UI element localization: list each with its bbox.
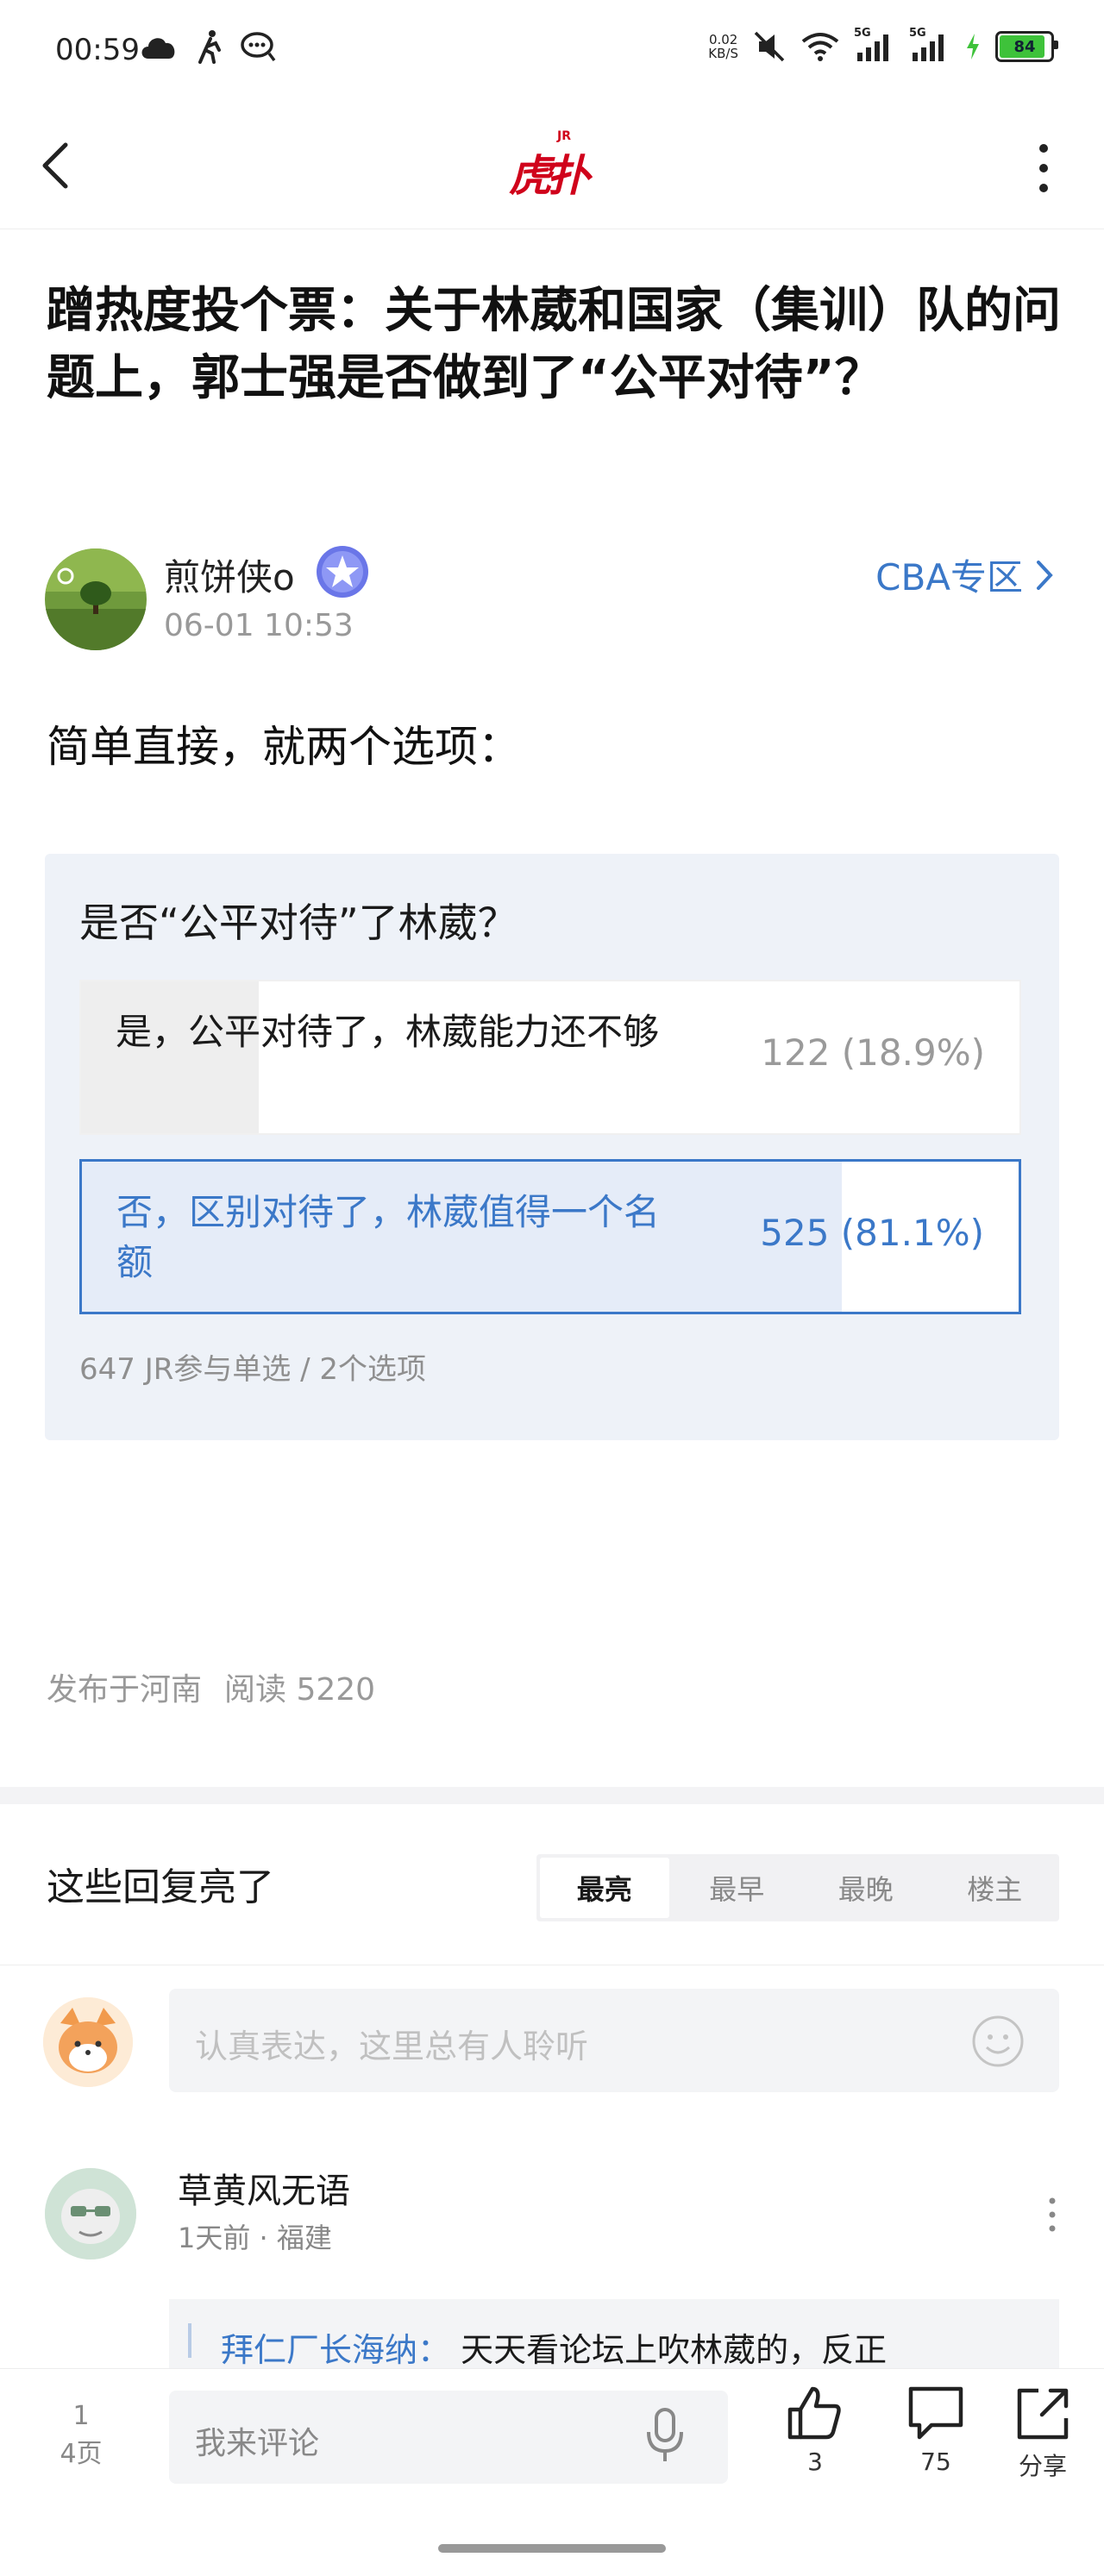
- share-icon: [1017, 2388, 1069, 2440]
- wifi-icon: [801, 33, 839, 61]
- like-count: 3: [807, 2448, 823, 2476]
- comment-input-placeholder: 认真表达，这里总有人聆听: [195, 2028, 589, 2065]
- poll-result-bar: [81, 981, 259, 1133]
- chat-bubble-icon: [241, 32, 276, 62]
- cloud-icon: [141, 38, 175, 59]
- reply-author-name[interactable]: 草黄风无语: [178, 2163, 350, 2213]
- author-avatar[interactable]: [45, 548, 147, 650]
- publish-location: 发布于河南: [47, 1672, 203, 1708]
- topic-link[interactable]: CBA专区: [875, 548, 1054, 601]
- bottom-comment-placeholder: 我来评论: [195, 2426, 320, 2461]
- status-right-icons: 0.02 KB/S 5G 5G 84: [708, 27, 1058, 64]
- status-left-icons: [138, 29, 278, 64]
- mute-icon: [754, 31, 785, 62]
- hupu-logo: JR 虎扑: [507, 129, 602, 201]
- more-options-icon[interactable]: [1032, 140, 1056, 197]
- quote-bar: [188, 2323, 191, 2358]
- page-total: 4页: [60, 2439, 103, 2469]
- status-time: 00:59: [55, 33, 140, 67]
- reply-avatar[interactable]: [45, 2168, 136, 2259]
- user-avatar: [43, 1997, 133, 2087]
- post-title: 蹭热度投个票：关于林葳和国家（集训）队的问题上，郭士强是否做到了“公平对待”？: [47, 283, 1061, 406]
- quote-content: 天天看论坛上吹林葳的，反正: [461, 2331, 888, 2369]
- comments-button[interactable]: 75: [897, 2384, 975, 2476]
- charging-icon: [967, 34, 979, 60]
- poll-option-value: 122 (18.9%): [761, 1031, 985, 1074]
- replies-title: 这些回复亮了: [47, 1865, 274, 1909]
- read-count: 阅读 5220: [224, 1672, 376, 1708]
- battery-icon: 84: [995, 31, 1058, 62]
- signal-2-icon: 5G: [909, 27, 950, 63]
- net-speed-unit: KB/S: [708, 46, 738, 61]
- emoji-icon[interactable]: [971, 2015, 1025, 2068]
- sort-tab-latest[interactable]: 最晚: [801, 1854, 931, 1921]
- author-name[interactable]: 煎饼侠o: [164, 548, 295, 601]
- poll-option-label: 否，区别对待了，林葳值得一个名额: [116, 1191, 661, 1283]
- section-divider: [0, 1787, 1104, 1804]
- share-label: 分享: [1018, 2452, 1067, 2480]
- reply-more-icon[interactable]: [1047, 2196, 1057, 2234]
- microphone-icon[interactable]: [642, 2406, 688, 2466]
- comment-count: 75: [920, 2448, 951, 2476]
- poll-option-no[interactable]: 否，区别对待了，林葳值得一个名额 525 (81.1%): [79, 1159, 1021, 1314]
- back-icon[interactable]: [38, 140, 72, 191]
- poll-option-value: 525 (81.1%): [760, 1212, 984, 1254]
- logo-text: 虎扑: [509, 151, 590, 201]
- post-date: 06-01 10:53: [164, 608, 354, 643]
- signal-1-icon: 5G: [854, 27, 895, 63]
- comment-icon: [908, 2386, 963, 2440]
- publish-info: 发布于河南 阅读 5220: [47, 1664, 375, 1709]
- sort-tab-brightest[interactable]: 最亮: [540, 1858, 669, 1918]
- poll-option-label: 是，公平对待了，林葳能力还不够: [116, 1011, 660, 1053]
- verified-badge-icon: [317, 546, 368, 598]
- poll-question: 是否“公平对待”了林葳？: [79, 899, 518, 946]
- sort-tab-earliest[interactable]: 最早: [673, 1854, 802, 1921]
- poll-option-yes[interactable]: 是，公平对待了，林葳能力还不够 122 (18.9%): [79, 980, 1021, 1135]
- page-indicator[interactable]: 1 4页: [55, 2397, 107, 2473]
- battery-level: 84: [1013, 37, 1036, 56]
- quote-text: 拜仁厂长海纳： 天天看论坛上吹林葳的，反正: [221, 2323, 887, 2371]
- walking-icon: [198, 30, 221, 64]
- chevron-right-icon: [1037, 560, 1053, 590]
- home-indicator[interactable]: [438, 2544, 666, 2553]
- sort-tabs: 最亮 最早 最晚 楼主: [536, 1854, 1059, 1921]
- topic-label: CBA专区: [875, 556, 1023, 599]
- page-current: 1: [72, 2401, 90, 2431]
- reply-meta: 1天前 · 福建: [178, 2222, 332, 2254]
- net-speed-value: 0.02: [708, 32, 738, 47]
- poll-meta: 647 JR参与单选 / 2个选项: [79, 1352, 427, 1387]
- share-button[interactable]: 分享: [1004, 2384, 1082, 2482]
- thumbs-up-icon: [787, 2386, 841, 2440]
- post-body: 简单直接，就两个选项：: [47, 722, 521, 772]
- quote-author[interactable]: 拜仁厂长海纳：: [221, 2331, 450, 2369]
- like-button[interactable]: 3: [776, 2384, 854, 2476]
- sort-tab-op[interactable]: 楼主: [931, 1854, 1060, 1921]
